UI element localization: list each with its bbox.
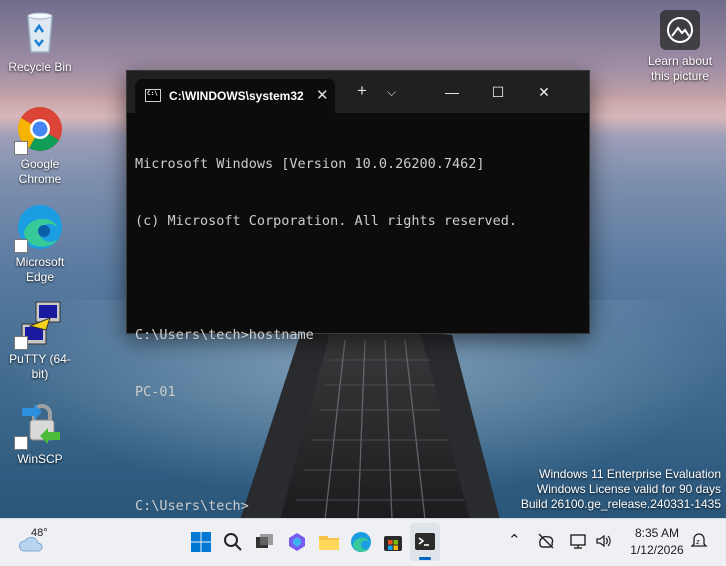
chrome-icon [14,105,64,155]
store-button[interactable] [381,530,405,554]
svg-text:z: z [696,538,700,546]
chevron-up-icon[interactable]: ⌃ [508,531,521,549]
cmd-icon [145,89,161,102]
copilot-button[interactable] [285,530,309,554]
terminal-window[interactable]: C:\WINDOWS\system32 ✕ + ⌵ — ☐ ✕ Microsof… [126,70,590,514]
edge-icon [351,532,371,552]
minimize-button[interactable]: — [429,77,475,107]
watermark-line: Build 26100.ge_release.240331-1435 [520,497,721,511]
terminal-title-bar[interactable]: C:\WINDOWS\system32 ✕ + ⌵ — ☐ ✕ [127,71,589,113]
recycle-bin-icon [16,8,64,56]
clock-time: 8:35 AM [634,526,680,540]
terminal-line: Microsoft Windows [Version 10.0.26200.74… [135,156,485,172]
learn-about-line2: this picture [650,69,710,83]
weather-widget[interactable]: 48° [18,527,68,557]
weather-temp: 48° [31,527,48,539]
file-explorer-button[interactable] [317,530,341,554]
learn-about-picture[interactable]: Learn about this picture [644,10,716,84]
task-view-button[interactable] [253,530,277,554]
start-button[interactable] [189,530,213,554]
desktop-icon-label: WinSCP [17,452,63,466]
camera-icon [660,10,700,50]
close-tab-icon[interactable]: ✕ [316,86,329,104]
new-tab-icon[interactable]: + [357,81,367,101]
search-button[interactable] [221,530,245,554]
desktop-icon-google-chrome[interactable]: Google Chrome [4,105,76,187]
edge-taskbar-button[interactable] [349,530,373,554]
watermark-line: Windows 11 Enterprise Evaluation [539,467,721,481]
store-icon [384,536,402,551]
close-button[interactable]: ✕ [521,77,567,107]
terminal-taskbar-button[interactable] [410,523,440,561]
desktop-icon-label: PuTTY (64-bit) [9,352,71,381]
copilot-icon [289,533,305,551]
monitor-icon[interactable] [569,532,587,555]
windows-icon [191,532,211,552]
clock-date: 1/12/2026 [630,543,684,557]
desktop-icon-label: Recycle Bin [8,60,72,74]
active-indicator [419,557,431,560]
folder-icon [319,536,339,550]
shortcut-arrow-icon [14,239,28,253]
maximize-button[interactable]: ☐ [475,77,521,107]
windows-watermark: Windows 11 Enterprise Evaluation Windows… [521,467,721,512]
desktop-icon-label: Microsoft Edge [15,255,65,284]
edge-icon [14,203,64,253]
notification-icon[interactable]: z [690,531,708,556]
terminal-tab-title: C:\WINDOWS\system32 [169,89,304,103]
network-disconnected-icon[interactable] [537,532,555,555]
terminal-output[interactable]: Microsoft Windows [Version 10.0.26200.74… [135,117,583,554]
terminal-tab[interactable]: C:\WINDOWS\system32 ✕ [135,79,335,113]
search-icon [224,533,242,551]
desktop-icon-putty[interactable]: PuTTY (64-bit) [4,300,76,382]
desktop-icon-winscp[interactable]: WinSCP [4,400,76,467]
shortcut-arrow-icon [14,141,28,155]
putty-icon [14,300,64,350]
shortcut-arrow-icon [14,436,28,450]
terminal-prompt[interactable]: C:\Users\tech> [135,497,583,516]
desktop-icon-label: Google Chrome [18,157,62,186]
terminal-line: C:\Users\tech>hostname [135,327,314,343]
desktop-icon-recycle-bin[interactable]: Recycle Bin [4,8,76,75]
task-view-icon [256,534,273,548]
chevron-down-icon[interactable]: ⌵ [387,85,396,100]
terminal-line: PC-01 [135,384,176,400]
speaker-icon[interactable] [594,532,612,555]
shortcut-arrow-icon [14,336,28,350]
learn-about-line1: Learn about [647,54,713,68]
desktop-icon-microsoft-edge[interactable]: Microsoft Edge [4,203,76,285]
terminal-line: (c) Microsoft Corporation. All rights re… [135,213,518,229]
terminal-icon [415,533,435,550]
clock[interactable]: 8:35 AM 1/12/2026 [622,526,692,557]
taskbar: 48° ⌃ 8:35 AM 1/12/2026 z [0,518,726,566]
winscp-icon [14,400,64,450]
watermark-line: Windows License valid for 90 days [536,482,721,496]
